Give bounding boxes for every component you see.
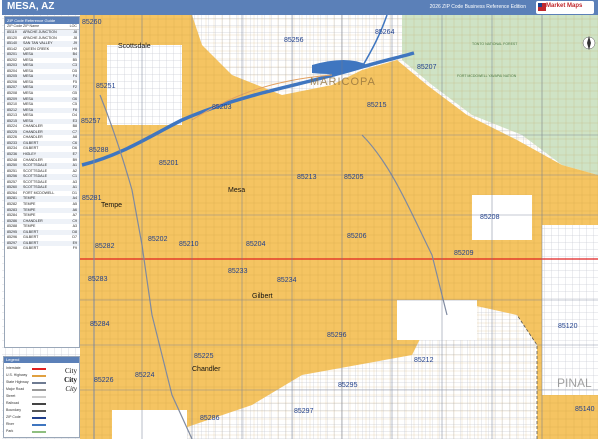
legend-city-sample: City [64,367,77,375]
zip-code-cell: 85298 [7,246,17,251]
zip-label: 85296 [327,332,347,339]
zip-label: 85264 [375,29,395,36]
legend-swatch [32,403,46,405]
zip-label: 85215 [367,102,387,109]
city-label: Chandler [192,366,221,373]
park-label: FORT MCDOWELL YAVAPAI NATION [457,74,517,78]
zip-label: 85295 [338,382,358,389]
legend-item-label: Street [6,394,16,398]
zip-label: 85251 [96,83,116,90]
undeveloped-grid [107,45,182,125]
zip-label: 85297 [294,408,314,415]
legend-item-label: State Highway [6,380,29,384]
col-loc: LOC [69,24,77,28]
legend-item-label: Boundary [6,408,21,412]
zip-label: 85284 [90,321,110,328]
legend-item-label: Park [6,429,14,433]
zip-label: 85224 [135,372,155,379]
legend-swatch [32,424,46,426]
zip-label: 85210 [179,241,199,248]
zip-label: 85202 [148,236,168,243]
legend-swatch [32,396,46,398]
legend-item-label: Major Road [6,387,25,391]
zip-label: 85234 [277,277,297,284]
undeveloped-area [112,410,187,439]
legend-swatch [32,417,46,419]
zip-label: 85206 [347,233,367,240]
zip-label: 85233 [228,268,248,275]
map-legend: Legend Interstate U.S. Highway State Highw… [3,356,80,438]
zip-label: 85288 [89,147,109,154]
zip-label: 85225 [194,353,214,360]
map-title: MESA, AZ [7,1,55,12]
zip-label: 85226 [94,377,114,384]
legend-item-label: Interstate [6,366,21,370]
map-canvas[interactable]: MARICOPA PINAL TONTO NATIONAL FOREST FOR… [2,15,598,439]
col-zip-name: ZIP Name [23,24,40,28]
zip-label: 85204 [246,241,266,248]
zip-loc-cell: F9 [72,246,77,251]
city-label: Mesa [228,187,245,194]
zip-label: 85281 [82,195,102,202]
zip-label: 85207 [417,64,437,71]
publisher-logo: Market Maps [536,1,594,14]
map-header: MESA, AZ 2026 ZIP Code Business Referenc… [2,0,598,15]
zip-label: 85201 [159,160,179,167]
undeveloped-area [397,300,477,340]
zip-label: 85208 [480,214,500,221]
county-label: PINAL [557,376,592,390]
logo-text: Market Maps [546,3,583,9]
zip-reference-panel: ZIP Code Reference Guide ZIP Code ZIP Na… [4,16,80,348]
legend-city-sample: City [64,376,77,384]
zip-label: 85205 [344,174,364,181]
park-label: TONTO NATIONAL FOREST [472,42,518,46]
zip-label: 85256 [284,37,304,44]
zip-panel-title: ZIP Code Reference Guide [5,17,79,24]
legend-city-sample: City [65,385,77,393]
legend-item-label: U.S. Highway [6,373,28,377]
zip-table-body: 85119 APACHE JUNCTION J8 85120 APACHE JUNCTI… [5,30,79,252]
map-edition: 2026 ZIP Code Business Reference Edition [429,4,526,10]
legend-swatch [32,382,46,384]
undeveloped-grid [542,225,598,395]
zip-label: 85257 [81,118,101,125]
zip-label: 85120 [558,323,578,330]
legend-swatch [32,368,46,370]
city-label: Gilbert [252,293,273,300]
city-label: Tempe [101,202,122,209]
county-label: MARICOPA [310,76,376,88]
zip-label: 85209 [454,250,474,257]
zip-label: 85282 [95,243,115,250]
legend-title: Legend [4,357,79,363]
legend-item-label: Railroad [6,401,20,405]
zip-label: 85260 [82,19,102,26]
legend-swatch [32,431,46,433]
zip-label: 85212 [414,357,434,364]
legend-swatch [32,375,46,377]
legend-item-label: River [6,422,15,426]
zip-label: 85140 [575,406,595,413]
zip-label: 85213 [297,174,317,181]
zip-table-row: 85298 GILBERT F9 [5,246,79,252]
legend-item-label: ZIP Code [6,415,21,419]
zip-label: 85286 [200,415,220,422]
city-label: Scottsdale [118,43,151,50]
col-zip-code: ZIP Code [7,24,23,28]
legend-swatch [32,410,46,412]
legend-swatch [32,389,46,391]
zip-label: 85203 [212,104,232,111]
zip-name-cell: GILBERT [23,246,39,251]
zip-label: 85283 [88,276,108,283]
